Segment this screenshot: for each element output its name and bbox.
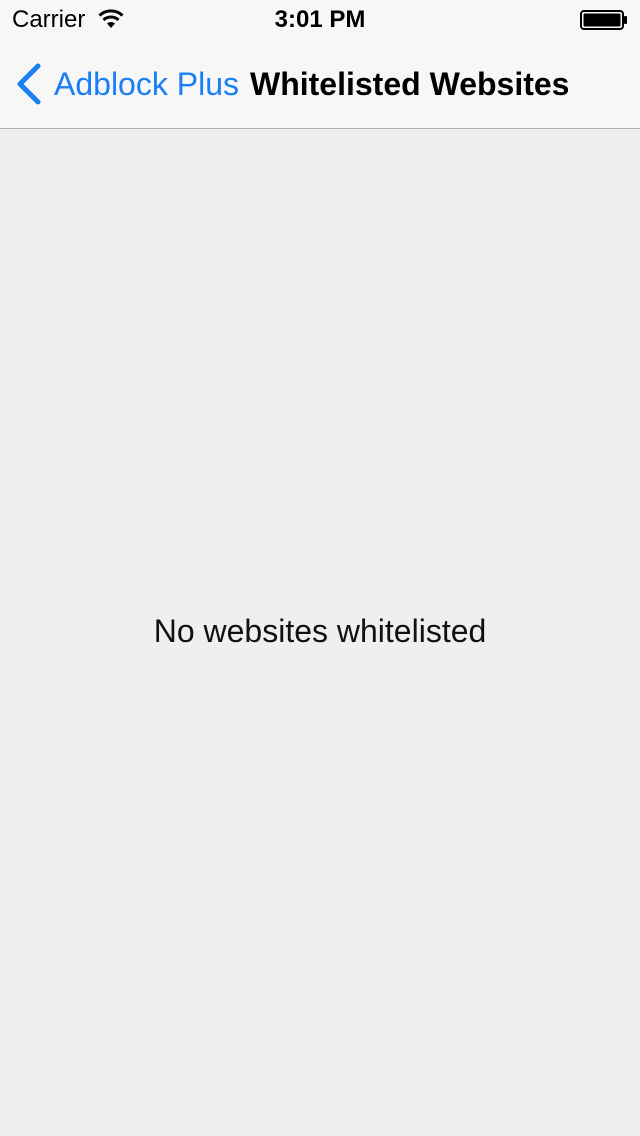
status-bar: Carrier 3:01 PM	[0, 0, 640, 40]
empty-state-message: No websites whitelisted	[153, 613, 487, 649]
chevron-left-icon	[17, 63, 41, 105]
back-button[interactable]: Adblock Plus	[14, 62, 239, 106]
page-title: Whitelisted Websites	[250, 66, 570, 102]
battery-icon	[580, 10, 628, 30]
status-time: 3:01 PM	[274, 6, 366, 33]
back-button-label: Adblock Plus	[54, 66, 239, 102]
navigation-bar: Adblock Plus Whitelisted Websites	[0, 40, 640, 129]
whitelist-content: No websites whitelisted	[0, 129, 640, 1136]
